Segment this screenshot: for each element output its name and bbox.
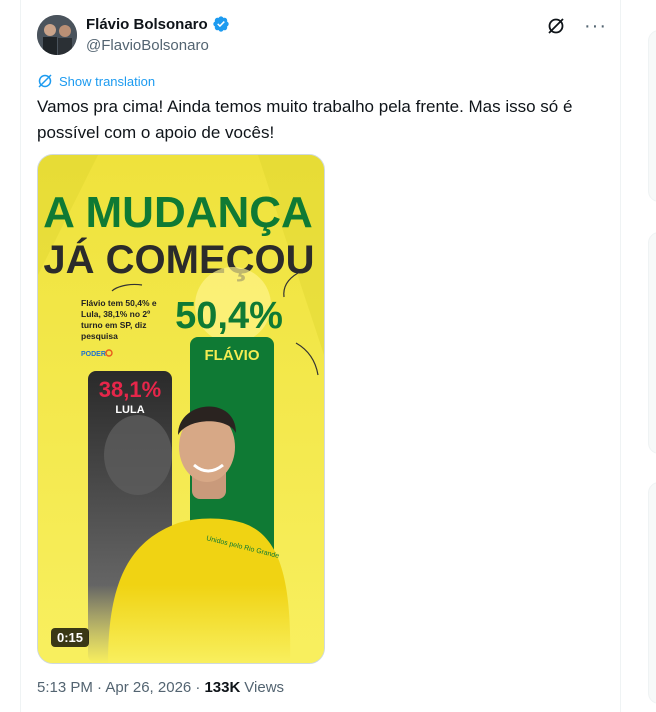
- timestamp[interactable]: 5:13 PM · Apr 26, 2026 ·: [37, 679, 200, 696]
- lula-photo: [104, 415, 172, 495]
- video-media[interactable]: A MUDANÇA JÁ COMEÇOU Flávio tem 50,4% e …: [37, 154, 325, 664]
- caption-line: Lula, 38,1% no 2º: [81, 309, 150, 319]
- timeline-left-border: [20, 0, 21, 712]
- show-translation-label[interactable]: Show translation: [59, 74, 155, 89]
- lula-percentage: 38,1%: [99, 377, 161, 402]
- timeline-right-border: [620, 0, 621, 712]
- video-duration: 0:15: [51, 628, 90, 647]
- author-name-row[interactable]: Flávio Bolsonaro: [86, 15, 230, 33]
- caption-line: pesquisa: [81, 331, 118, 341]
- avatar[interactable]: [37, 15, 77, 55]
- flavio-percentage: 50,4%: [175, 295, 283, 337]
- campaign-poster: A MUDANÇA JÁ COMEÇOU Flávio tem 50,4% e …: [38, 155, 324, 663]
- author-name[interactable]: Flávio Bolsonaro: [86, 16, 208, 33]
- verified-badge-icon: [213, 16, 229, 32]
- source-logo: PODER: [81, 351, 106, 358]
- show-translation-link[interactable]: Show translation: [37, 73, 155, 89]
- tweet-meta: 5:13 PM · Apr 26, 2026 · 133K Views: [37, 679, 284, 696]
- grok-icon[interactable]: [546, 16, 566, 36]
- translate-icon: [38, 74, 52, 88]
- flavio-label: FLÁVIO: [205, 347, 260, 364]
- sidebar-card: [648, 482, 656, 704]
- more-options-icon[interactable]: ···: [584, 16, 607, 36]
- tweet-text: Vamos pra cima! Ainda temos muito trabal…: [37, 97, 573, 142]
- views-count: 133K: [204, 679, 241, 696]
- sidebar-card: [648, 232, 656, 454]
- bottom-fade: [38, 585, 324, 663]
- author-handle[interactable]: @FlavioBolsonaro: [86, 37, 209, 54]
- sidebar-card: [648, 30, 656, 202]
- caption-line: Flávio tem 50,4% e: [81, 298, 157, 308]
- headline-line-2: JÁ COMEÇOU: [43, 237, 314, 282]
- caption-line: turno em SP, diz: [81, 320, 147, 330]
- lula-label: LULA: [115, 404, 144, 416]
- views-label: Views: [244, 679, 285, 696]
- headline-line-1: A MUDANÇA: [43, 188, 313, 237]
- tweet[interactable]: Flávio Bolsonaro @FlavioBolsonaro ··· Sh…: [37, 0, 607, 712]
